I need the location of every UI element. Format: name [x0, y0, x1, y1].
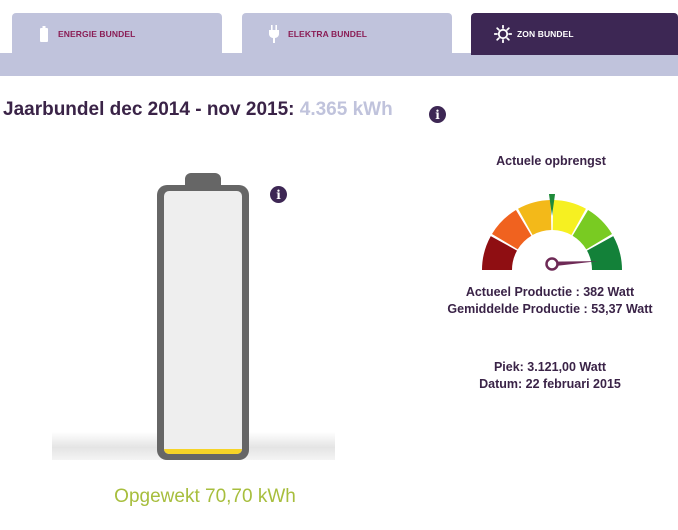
gauge-needle	[551, 261, 598, 267]
peak-date: Datum: 22 februari 2015	[479, 377, 621, 391]
peak-production: Piek: 3.121,00 Watt	[493, 360, 607, 374]
battery-fill	[164, 449, 242, 454]
sun-icon	[493, 24, 513, 44]
production-gauge	[482, 194, 622, 271]
generated-energy: Opgewekt 70,70 kWh	[114, 486, 296, 507]
tab-label: ENERGIE BUNDEL	[58, 29, 136, 39]
info-icon[interactable]: i	[270, 186, 287, 203]
page-title-text: Jaarbundel dec 2014 - nov 2015:	[3, 99, 295, 120]
gauge-title: Actuele opbrengst	[496, 154, 606, 168]
tab-label: ZON BUNDEL	[517, 29, 574, 39]
average-production: Gemiddelde Productie : 53,37 Watt	[447, 302, 653, 316]
tab-zon-bundel[interactable]: ZON BUNDEL	[471, 13, 678, 55]
gauge-hub	[545, 257, 559, 271]
battery-icon	[34, 24, 54, 44]
battery-inner	[164, 191, 242, 454]
tab-energie-bundel[interactable]: ENERGIE BUNDEL	[12, 13, 222, 55]
battery-body	[157, 185, 249, 460]
tab-strip	[0, 53, 678, 76]
tab-bar: ENERGIE BUNDEL ELEKTRA BUNDEL ZON BUNDEL	[0, 0, 678, 76]
tab-elektra-bundel[interactable]: ELEKTRA BUNDEL	[242, 13, 452, 55]
tab-label: ELEKTRA BUNDEL	[288, 29, 367, 39]
info-icon[interactable]: i	[429, 106, 446, 123]
current-production: Actueel Productie : 382 Watt	[465, 285, 635, 299]
plug-icon	[264, 24, 284, 44]
page-title: Jaarbundel dec 2014 - nov 2015: 4.365 kW…	[3, 99, 393, 121]
battery-gauge	[157, 173, 249, 460]
bundle-total-value: 4.365 kWh	[299, 99, 393, 120]
